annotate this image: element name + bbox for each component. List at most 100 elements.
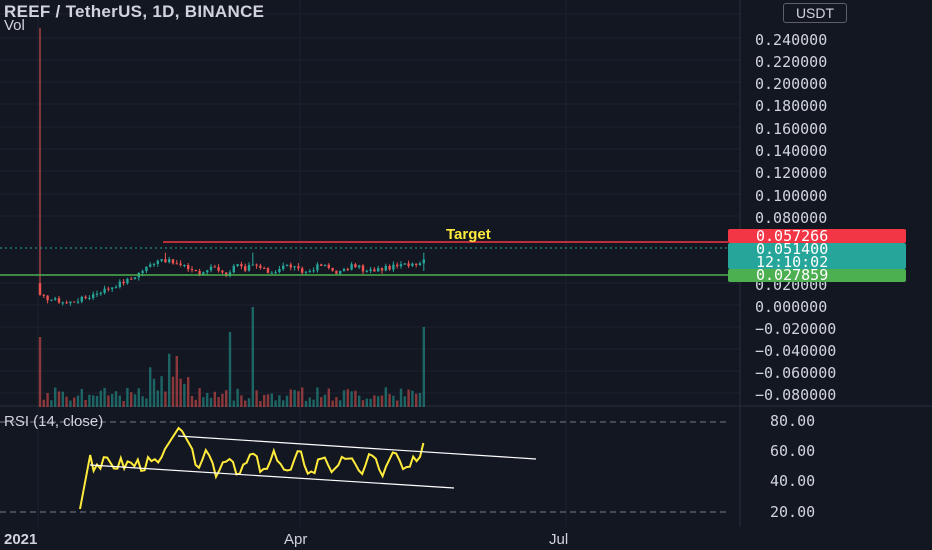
candle-body <box>130 278 133 280</box>
candle-body <box>308 271 311 273</box>
volume-bar <box>80 389 83 407</box>
candle-body <box>399 264 403 267</box>
price-tick-label: 0.140000 <box>755 142 828 160</box>
candle-body <box>327 264 330 268</box>
candle-body <box>54 298 57 300</box>
candle-body <box>209 266 213 271</box>
volume-bar <box>38 337 42 407</box>
volume-indicator-label[interactable]: Vol <box>4 17 25 34</box>
volume-bar <box>358 395 361 407</box>
candle-body <box>350 264 353 270</box>
price-tick-label: −0.040000 <box>755 342 837 360</box>
candle-body <box>57 298 61 303</box>
candle-body <box>221 270 224 273</box>
volume-bar <box>42 399 45 407</box>
volume-bar <box>137 388 140 407</box>
candle-body <box>263 267 266 269</box>
volume-bar <box>308 397 311 407</box>
candle-body <box>194 269 197 272</box>
volume-bar <box>84 400 87 407</box>
volume-bar <box>183 383 186 407</box>
candle-body <box>312 270 315 272</box>
volume-bar <box>160 376 163 407</box>
volume-bar <box>274 400 277 407</box>
candle-body <box>339 270 342 274</box>
candle-body <box>160 259 163 261</box>
volume-bar <box>179 378 182 407</box>
volume-bar <box>369 398 372 407</box>
price-tick-label: 0.220000 <box>755 53 828 71</box>
rsi-indicator-label[interactable]: RSI (14, close) <box>4 413 103 430</box>
symbol-title[interactable]: REEF / TetherUS, 1D, BINANCE <box>4 2 264 22</box>
volume-bar <box>335 397 338 407</box>
price-tick-label: 0.160000 <box>755 120 828 138</box>
time-tick-label: Jul <box>549 531 569 548</box>
volume-bar <box>156 390 159 407</box>
candle-body <box>122 281 125 284</box>
volume-bar <box>57 391 61 407</box>
volume-bar <box>388 394 391 407</box>
candle-body <box>418 263 422 265</box>
candle-body <box>316 264 319 271</box>
candle-body <box>373 269 376 272</box>
volume-bar <box>111 393 114 407</box>
candle-body <box>92 294 95 298</box>
candle-body <box>293 266 296 268</box>
rsi-tick-label: 20.00 <box>770 503 816 521</box>
volume-bar <box>304 400 308 407</box>
volume-bar <box>301 387 304 407</box>
currency-button[interactable]: USDT <box>783 3 847 23</box>
price-tick-label: 0.120000 <box>755 164 828 182</box>
candle-body <box>331 267 334 271</box>
candle-body <box>415 263 418 265</box>
volume-bar <box>114 391 118 407</box>
volume-bar <box>327 388 330 407</box>
volume-bar <box>236 388 239 407</box>
time-tick-label: Apr <box>284 531 308 548</box>
candle-body <box>255 264 258 266</box>
rsi-channel-lower-trendline <box>89 464 455 489</box>
volume-bar <box>145 398 148 407</box>
volume-bar <box>392 395 395 407</box>
volume-bar <box>418 392 422 407</box>
volume-bar <box>141 396 144 407</box>
candle-body <box>149 264 152 267</box>
candle-body <box>42 294 45 296</box>
rsi-tick-label: 40.00 <box>770 472 816 490</box>
volume-bar <box>240 395 243 407</box>
volume-bar <box>76 395 80 407</box>
volume-bar <box>217 397 220 407</box>
volume-bar <box>361 400 365 407</box>
volume-bar <box>331 400 334 407</box>
volume-bar <box>126 387 129 407</box>
volume-bar <box>194 399 197 407</box>
rsi-panel <box>0 421 728 513</box>
volume-bar <box>95 395 99 407</box>
volume-bar <box>323 394 327 407</box>
volume-bar <box>270 393 273 407</box>
candle-body <box>183 264 186 266</box>
candle-body <box>244 266 247 271</box>
candle-body <box>247 265 251 271</box>
support-price-badge: 0.027859 <box>728 268 906 283</box>
volume-bar <box>263 394 266 407</box>
price-tick-label: 0.000000 <box>755 298 828 316</box>
candle-body <box>187 264 190 270</box>
candle-body <box>50 299 53 301</box>
rsi-tick-label: 80.00 <box>770 412 816 430</box>
candle-body <box>236 264 239 266</box>
rsi-tick-label: 60.00 <box>770 442 816 460</box>
volume-bar <box>221 393 224 407</box>
candle-body <box>377 268 380 272</box>
rsi-channel-upper-trendline <box>177 435 537 460</box>
candle-body <box>111 287 114 289</box>
candle-body <box>282 265 285 270</box>
volume-bar <box>293 389 296 407</box>
candle-body <box>380 268 384 271</box>
price-tick-label: −0.020000 <box>755 320 837 338</box>
volume-bar <box>399 388 403 407</box>
candle-body <box>202 272 205 275</box>
volume-bar <box>415 393 418 407</box>
volume-bar <box>339 400 342 407</box>
volume-bar <box>209 397 213 407</box>
